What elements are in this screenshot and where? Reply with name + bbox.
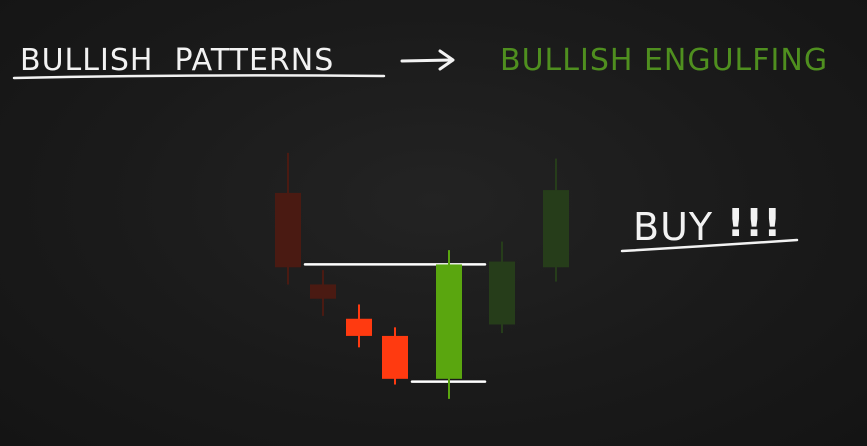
candle-3-bearish xyxy=(346,304,372,348)
arrow-right-icon xyxy=(400,49,455,71)
bullish-engulfing-illustration: BULLISH PATTERNS BULLISH ENGULFING BUY !… xyxy=(12,43,828,399)
candle-body xyxy=(489,261,515,325)
candle-2-bearish xyxy=(310,270,336,316)
candle-4-bearish xyxy=(382,327,408,385)
bullish-engulfing-title: BULLISH ENGULFING xyxy=(500,43,828,78)
candle-body xyxy=(382,335,408,379)
candle-body xyxy=(436,264,462,379)
candle-1-bearish xyxy=(275,152,301,285)
candle-7-bullish xyxy=(543,158,569,282)
buy-label: BUY xyxy=(633,205,713,249)
candle-body xyxy=(275,192,301,268)
candle-5-bullish xyxy=(436,250,462,399)
candle-6-bullish xyxy=(489,241,515,334)
buy-exclamations: !!! xyxy=(727,201,782,245)
bullish-patterns-title: BULLISH PATTERNS xyxy=(20,43,334,78)
candle-body xyxy=(310,284,336,299)
candlestick-series xyxy=(275,152,569,399)
candle-body xyxy=(543,190,569,268)
candle-body xyxy=(346,318,372,336)
